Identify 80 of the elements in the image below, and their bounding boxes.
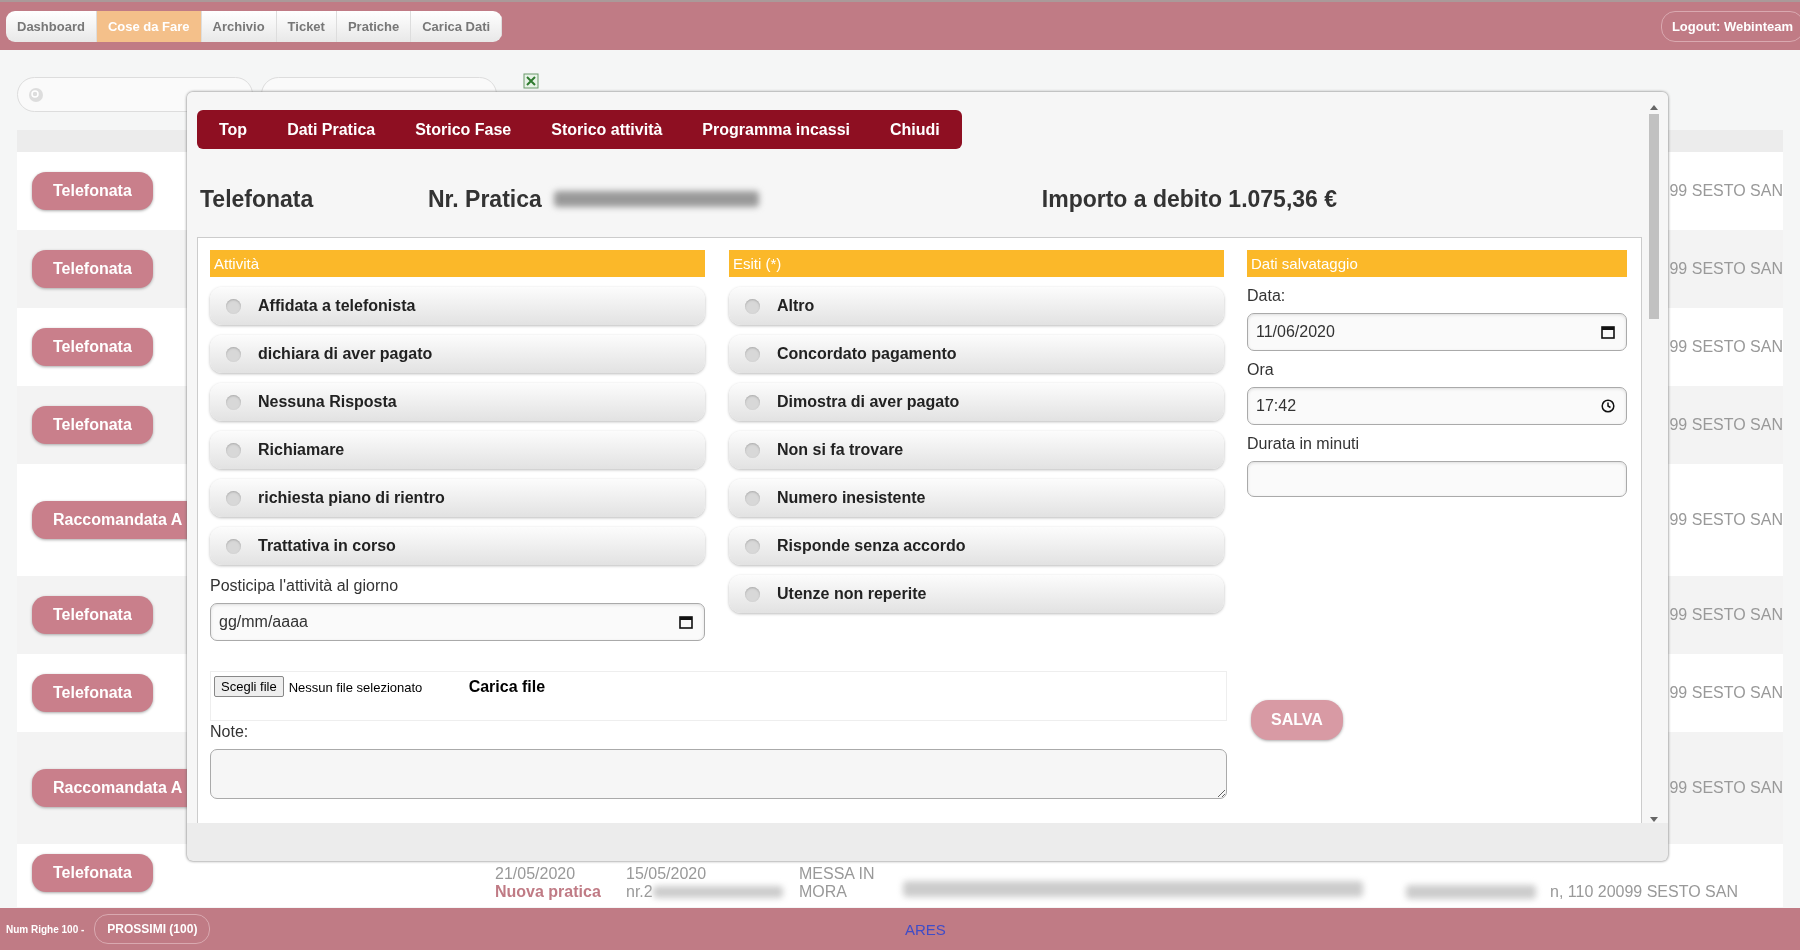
field-label: Ora	[1247, 361, 1275, 379]
field-label: Posticipa l'attività al giorno	[210, 577, 400, 595]
modal-tab[interactable]: Storico Fase	[395, 110, 532, 149]
clock-icon[interactable]	[1601, 399, 1615, 413]
file-status: Nessun file selezionato	[288, 680, 424, 695]
table-cell-text: 21/05/2020	[495, 865, 577, 883]
radio-option[interactable]: Dimostra di aver pagato	[729, 383, 1224, 421]
radio-option[interactable]: Affidata a telefonista	[210, 287, 705, 325]
scroll-down-icon[interactable]	[1650, 817, 1658, 823]
radio-option[interactable]: Trattativa in corso	[210, 527, 705, 565]
table-cell: 99 SESTO SAN	[1669, 338, 1783, 356]
upload-link[interactable]: Carica file	[468, 678, 546, 696]
modal-tab[interactable]: Top	[199, 110, 268, 149]
radio-button[interactable]	[745, 490, 760, 506]
nav-tab[interactable]: Archivio	[201, 10, 277, 42]
radio-option[interactable]: Numero inesistente	[729, 479, 1224, 517]
date-field[interactable]: gg/mm/aaaa	[210, 603, 705, 641]
radio-option[interactable]: dichiara di aver pagato	[210, 335, 705, 373]
radio-option[interactable]: Concordato pagamento	[729, 335, 1224, 373]
table-cell: 99 SESTO SAN	[1669, 684, 1783, 702]
section-header: Esiti (*)	[729, 250, 1224, 277]
radio-button[interactable]	[226, 298, 241, 314]
radio-button[interactable]	[226, 394, 241, 410]
radio-button[interactable]	[745, 538, 760, 554]
choose-file-button[interactable]: Scegli file	[214, 676, 284, 697]
activity-title: Telefonata	[200, 185, 315, 213]
radio-button[interactable]	[745, 394, 760, 410]
radio-option[interactable]: Non si fa trovare	[729, 431, 1224, 469]
radio-button[interactable]	[226, 346, 241, 362]
scroll-thumb[interactable]	[1649, 114, 1659, 319]
modal-tab[interactable]: Storico attività	[531, 110, 683, 149]
rows-label: Num Righe 100 -	[6, 923, 85, 935]
spreadsheet-icon[interactable]	[523, 73, 539, 89]
duration-field[interactable]	[1247, 461, 1627, 497]
table-cell: 99 SESTO SAN	[1669, 416, 1783, 434]
practice-label: Nr. Pratica	[428, 185, 542, 213]
date-field[interactable]: 11/06/2020	[1247, 313, 1627, 351]
nav-tab[interactable]: Dashboard	[6, 10, 97, 42]
radio-option[interactable]: richiesta piano di rientro	[210, 479, 705, 517]
table-cell: nr.2	[626, 883, 653, 901]
field-label: Durata in minuti	[1247, 435, 1361, 453]
radio-option[interactable]: Nessuna Risposta	[210, 383, 705, 421]
radio-button[interactable]	[226, 538, 241, 554]
modal-tab[interactable]: Chiudi	[870, 110, 960, 149]
field-label: Note:	[210, 723, 250, 741]
section-header: Attività	[210, 250, 705, 277]
radio-button[interactable]	[745, 442, 760, 458]
nav-tab[interactable]: Pratiche	[336, 10, 412, 42]
status-text: Nuova pratica	[495, 883, 602, 901]
modal-tab[interactable]: Programma incassi	[682, 110, 870, 149]
table-cell-text: MESSA IN MORA	[799, 865, 876, 901]
radio-option[interactable]: Utenze non reperite	[729, 575, 1224, 613]
brand-text: ARES	[905, 920, 946, 938]
radio-button[interactable]	[745, 586, 760, 602]
table-cell: 99 SESTO SAN	[1669, 182, 1783, 200]
modal-tab[interactable]: Dati Pratica	[267, 110, 396, 149]
field-label: Data:	[1247, 287, 1287, 305]
radio-button[interactable]	[745, 346, 760, 362]
amount-text: Importo a debito 1.075,36 €	[1041, 185, 1338, 213]
section-header: Dati salvataggio	[1247, 250, 1627, 277]
notes-field[interactable]	[210, 749, 1227, 799]
radio-option[interactable]: Altro	[729, 287, 1224, 325]
radio-option[interactable]: Risponde senza accordo	[729, 527, 1224, 565]
search-icon	[28, 86, 44, 103]
table-cell: 99 SESTO SAN	[1669, 606, 1783, 624]
calendar-icon[interactable]	[679, 615, 693, 629]
radio-button[interactable]	[745, 298, 760, 314]
scroll-up-icon[interactable]	[1650, 104, 1658, 110]
table-cell: 99 SESTO SAN	[1669, 260, 1783, 278]
radio-button[interactable]	[226, 442, 241, 458]
table-cell: n, 110 20099 SESTO SAN	[1550, 883, 1738, 901]
nav-tab[interactable]: Carica Dati	[411, 10, 503, 42]
nav-tab[interactable]: Ticket	[276, 10, 337, 42]
table-cell: 99 SESTO SAN	[1669, 511, 1783, 529]
radio-button[interactable]	[226, 490, 241, 506]
table-cell-text: 15/05/2020	[626, 865, 708, 883]
time-field[interactable]: 17:42	[1247, 387, 1627, 425]
table-cell: 99 SESTO SAN	[1669, 779, 1783, 797]
radio-option[interactable]: Richiamare	[210, 431, 705, 469]
calendar-icon[interactable]	[1601, 325, 1615, 339]
